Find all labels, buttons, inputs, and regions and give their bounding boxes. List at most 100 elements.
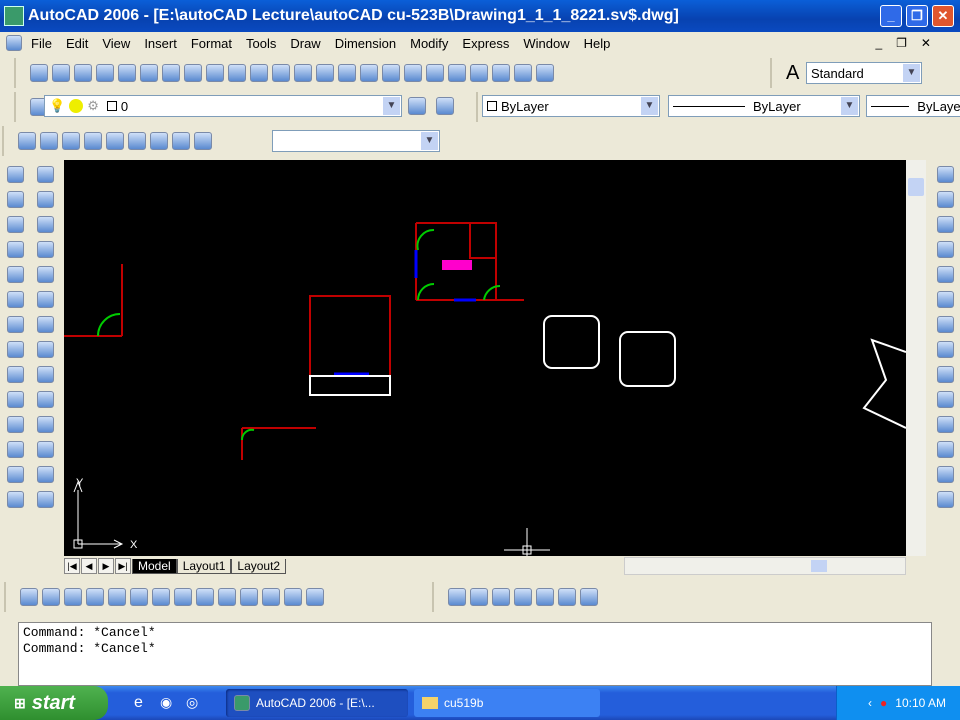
sphere-icon[interactable]	[6, 416, 24, 433]
prev-tab-button[interactable]: ◀	[81, 558, 97, 574]
cube-icon[interactable]	[936, 466, 954, 483]
horizontal-scrollbar[interactable]	[624, 557, 906, 575]
mesh-outline-icon[interactable]	[36, 441, 54, 458]
menu-insert[interactable]: Insert	[137, 36, 184, 51]
hatch-icon[interactable]	[36, 491, 54, 508]
link-icon[interactable]	[936, 216, 954, 233]
hidden-icon[interactable]	[492, 588, 510, 606]
diamond-icon[interactable]	[36, 391, 54, 408]
union-icon[interactable]	[6, 341, 24, 358]
layer-select[interactable]: 💡 ⚙ 0 ▼	[44, 95, 402, 117]
ucs-world-icon[interactable]	[194, 132, 212, 150]
views-icon[interactable]	[128, 132, 146, 150]
cylinder-icon[interactable]	[64, 588, 82, 606]
tab-layout1[interactable]: Layout1	[176, 558, 232, 574]
zoom-window-icon[interactable]	[360, 64, 378, 82]
zoom-previous-icon[interactable]	[382, 64, 400, 82]
publish-icon[interactable]	[140, 64, 158, 82]
menu-modify[interactable]: Modify	[403, 36, 455, 51]
tab-layout2[interactable]: Layout2	[231, 558, 287, 574]
menu-help[interactable]: Help	[577, 36, 618, 51]
taskbar-item-autocad[interactable]: AutoCAD 2006 - [E:\...	[226, 689, 408, 717]
help-icon[interactable]	[536, 64, 554, 82]
properties-icon[interactable]	[404, 64, 422, 82]
box-icon[interactable]	[20, 588, 38, 606]
setup-profile-icon[interactable]	[306, 588, 324, 606]
box-icon[interactable]	[6, 166, 24, 183]
zoom-realtime-icon[interactable]	[338, 64, 356, 82]
interfere-icon[interactable]	[240, 588, 258, 606]
zoom-icon[interactable]	[40, 132, 58, 150]
link-icon[interactable]	[936, 166, 954, 183]
design-center-icon[interactable]	[426, 64, 444, 82]
menu-tools[interactable]: Tools	[239, 36, 283, 51]
tool-palettes-icon[interactable]	[448, 64, 466, 82]
align-icon[interactable]	[936, 366, 954, 383]
move-3d-icon[interactable]	[936, 266, 954, 283]
rotate-icon[interactable]	[936, 341, 954, 358]
flat-shaded-icon[interactable]	[514, 588, 532, 606]
flat-edges-icon[interactable]	[558, 588, 576, 606]
document-icon[interactable]	[6, 35, 22, 51]
ucs-icon[interactable]	[150, 132, 168, 150]
make-current-layer-icon[interactable]	[408, 97, 426, 115]
open-icon[interactable]	[52, 64, 70, 82]
box-3d-icon[interactable]	[936, 241, 954, 258]
browser-icon[interactable]: ◉	[160, 694, 172, 711]
menu-window[interactable]: Window	[516, 36, 576, 51]
undo-icon[interactable]	[272, 64, 290, 82]
torus-icon[interactable]	[130, 588, 148, 606]
intersect-icon[interactable]	[6, 391, 24, 408]
wedge-icon[interactable]	[108, 588, 126, 606]
taskbar-item-folder[interactable]: cu519b	[414, 689, 600, 717]
restore-button[interactable]: ❐	[906, 5, 928, 27]
triangle-icon[interactable]	[36, 291, 54, 308]
tab-model[interactable]: Model	[132, 558, 177, 574]
stack-icon[interactable]	[936, 391, 954, 408]
linetype-select[interactable]: ByLayer ▼	[668, 95, 860, 117]
plot-icon[interactable]	[96, 64, 114, 82]
block-editor-icon[interactable]	[250, 64, 268, 82]
text-style-select[interactable]: Standard ▼	[806, 62, 922, 84]
gouraud-icon[interactable]	[536, 588, 554, 606]
pan-icon[interactable]	[18, 132, 36, 150]
color-select[interactable]: ByLayer ▼	[482, 95, 660, 117]
flag-icon[interactable]	[36, 166, 54, 183]
scroll-thumb[interactable]	[908, 178, 924, 196]
show-hidden-icons-button[interactable]: ‹	[868, 696, 872, 710]
menu-format[interactable]: Format	[184, 36, 239, 51]
box-icon[interactable]	[172, 132, 190, 150]
wedge-icon[interactable]	[6, 216, 24, 233]
sphere-icon[interactable]	[42, 588, 60, 606]
calculator-icon[interactable]	[514, 64, 532, 82]
erase-icon[interactable]	[936, 316, 954, 333]
slice-icon[interactable]	[6, 291, 24, 308]
match-properties-icon[interactable]	[228, 64, 246, 82]
mesh-icon[interactable]	[6, 466, 24, 483]
redo-icon[interactable]	[294, 64, 312, 82]
menu-edit[interactable]: Edit	[59, 36, 95, 51]
section-icon[interactable]	[6, 316, 24, 333]
free-orbit-icon[interactable]	[84, 132, 102, 150]
torus-icon[interactable]	[6, 441, 24, 458]
save-icon[interactable]	[74, 64, 92, 82]
internet-explorer-icon[interactable]: e	[134, 694, 143, 712]
extrude-icon[interactable]	[152, 588, 170, 606]
menu-dimension[interactable]: Dimension	[328, 36, 403, 51]
sheet-set-icon[interactable]	[470, 64, 488, 82]
command-window[interactable]: Command: *Cancel* Command: *Cancel*	[18, 622, 932, 686]
view-select[interactable]: ▼	[272, 130, 440, 152]
layers-icon[interactable]	[936, 416, 954, 433]
cube-icon[interactable]	[936, 441, 954, 458]
2d-wireframe-icon[interactable]	[448, 588, 466, 606]
antivirus-icon[interactable]: ●	[880, 696, 887, 710]
torus-outline-icon[interactable]	[36, 366, 54, 383]
menu-file[interactable]: File	[24, 36, 59, 51]
dish-icon[interactable]	[36, 341, 54, 358]
cube-icon[interactable]	[6, 191, 24, 208]
media-player-icon[interactable]: ◎	[186, 694, 198, 711]
lineweight-select[interactable]: ByLayer	[866, 95, 960, 117]
copy-icon[interactable]	[184, 64, 202, 82]
last-tab-button[interactable]: ▶|	[115, 558, 131, 574]
line-icon[interactable]	[6, 491, 24, 508]
